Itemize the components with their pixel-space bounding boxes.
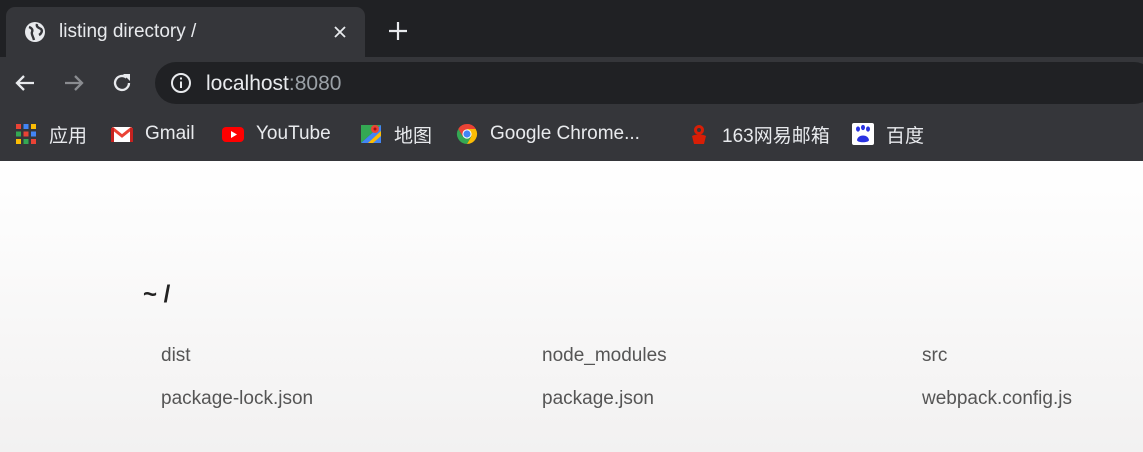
page-title: ~ /	[143, 281, 171, 308]
file-link-package-json[interactable]: package.json	[542, 388, 654, 410]
bookmark-apps[interactable]: 应用	[15, 121, 87, 147]
url-port: :8080	[288, 72, 342, 95]
bookmark-163-mail[interactable]: 163网易邮箱	[688, 121, 830, 147]
tab-strip: listing directory /	[0, 0, 1143, 57]
bookmark-label: 应用	[49, 125, 88, 147]
file-link-src[interactable]: src	[922, 345, 947, 367]
file-link-webpack-config-js[interactable]: webpack.config.js	[922, 388, 1072, 410]
bookmark-baidu[interactable]: 百度	[852, 121, 924, 147]
bookmark-youtube[interactable]: YouTube	[222, 121, 331, 147]
youtube-icon	[222, 127, 244, 142]
reload-button[interactable]	[108, 69, 136, 97]
info-icon[interactable]	[170, 72, 192, 94]
baidu-icon	[852, 123, 874, 145]
toolbar: localhost:8080	[0, 57, 1143, 108]
reload-icon	[113, 74, 131, 92]
back-button[interactable]	[11, 69, 39, 97]
file-link-dist[interactable]: dist	[161, 345, 191, 367]
url-text: localhost:8080	[206, 72, 341, 96]
bookmark-maps[interactable]: 地图	[360, 121, 432, 147]
close-icon	[334, 26, 346, 38]
bookmark-label: Google Chrome...	[490, 123, 640, 144]
file-link-package-lock-json[interactable]: package-lock.json	[161, 388, 313, 410]
maps-icon	[361, 125, 381, 143]
url-host: localhost	[206, 72, 289, 95]
bookmarks-bar: 应用 Gmail YouTube 地图 Google Chrome... 163…	[0, 108, 1143, 161]
bookmark-label: 地图	[394, 125, 433, 147]
chrome-icon	[456, 123, 478, 145]
arrow-left-icon	[15, 75, 34, 91]
bookmark-gmail[interactable]: Gmail	[111, 121, 195, 147]
bookmark-label: Gmail	[145, 123, 195, 144]
bookmark-chrome[interactable]: Google Chrome...	[456, 121, 640, 147]
tab-title: listing directory /	[59, 21, 197, 42]
active-tab[interactable]: listing directory /	[6, 7, 365, 57]
file-link-node-modules[interactable]: node_modules	[542, 345, 667, 367]
bookmark-label: 百度	[886, 125, 925, 147]
address-bar[interactable]: localhost:8080	[155, 62, 1143, 104]
new-tab-button[interactable]	[384, 17, 412, 45]
netease-163-icon	[692, 125, 706, 144]
page-content: ~ / dist node_modules src package-lock.j…	[0, 161, 1143, 452]
plus-icon	[389, 22, 407, 40]
bookmark-label: YouTube	[256, 123, 331, 144]
apps-grid-icon	[16, 124, 36, 144]
arrow-right-icon	[65, 75, 84, 91]
gmail-icon	[111, 126, 133, 142]
forward-button[interactable]	[60, 69, 88, 97]
globe-icon	[24, 21, 46, 43]
bookmark-label: 163网易邮箱	[722, 125, 830, 147]
tab-close-button[interactable]	[328, 20, 352, 44]
